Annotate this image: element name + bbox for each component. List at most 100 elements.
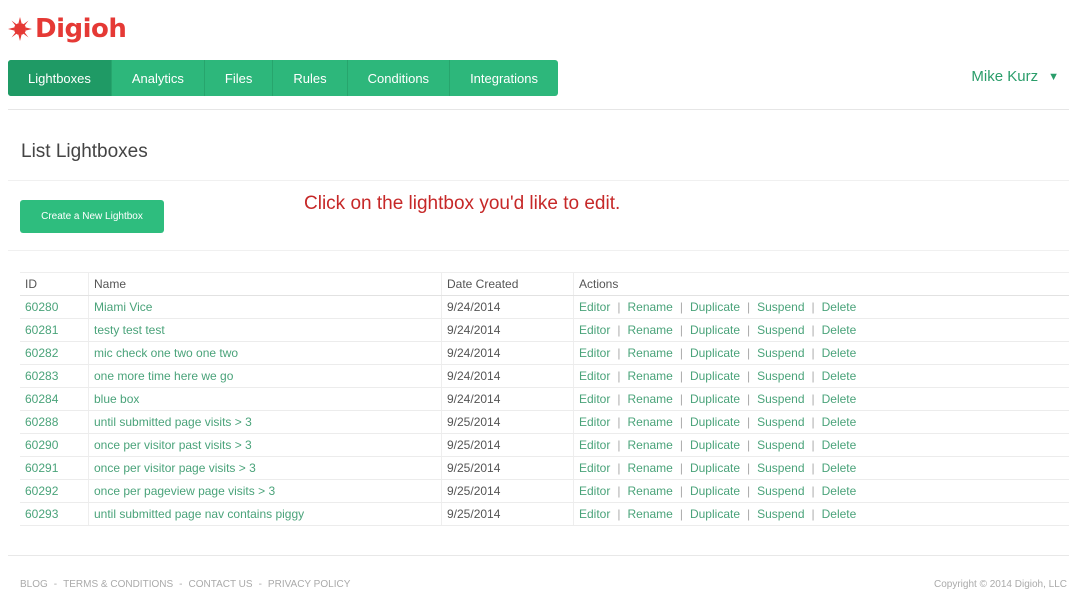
footer-link-blog[interactable]: BLOG [20, 579, 48, 590]
action-delete-link[interactable]: Delete [822, 369, 857, 383]
action-editor-link[interactable]: Editor [579, 507, 610, 521]
action-duplicate-link[interactable]: Duplicate [690, 415, 740, 429]
action-editor-link[interactable]: Editor [579, 392, 610, 406]
table-header-row: ID Name Date Created Actions [20, 272, 1069, 296]
action-editor-link[interactable]: Editor [579, 461, 610, 475]
action-rename-link[interactable]: Rename [627, 415, 672, 429]
row-id[interactable]: 60283 [20, 364, 89, 388]
action-suspend-link[interactable]: Suspend [757, 507, 804, 521]
nav-item-conditions[interactable]: Conditions [348, 60, 451, 96]
action-duplicate-link[interactable]: Duplicate [690, 346, 740, 360]
action-separator: | [747, 415, 751, 429]
table-row[interactable]: 60288 until submitted page visits > 3 9/25… [20, 410, 1069, 434]
action-rename-link[interactable]: Rename [627, 438, 672, 452]
action-delete-link[interactable]: Delete [822, 438, 857, 452]
row-id[interactable]: 60290 [20, 433, 89, 457]
action-rename-link[interactable]: Rename [627, 346, 672, 360]
action-separator: | [747, 369, 751, 383]
row-id[interactable]: 60288 [20, 410, 89, 434]
action-separator: | [617, 415, 621, 429]
action-duplicate-link[interactable]: Duplicate [690, 300, 740, 314]
action-delete-link[interactable]: Delete [822, 392, 857, 406]
action-editor-link[interactable]: Editor [579, 323, 610, 337]
action-rename-link[interactable]: Rename [627, 323, 672, 337]
row-id[interactable]: 60292 [20, 479, 89, 503]
action-editor-link[interactable]: Editor [579, 369, 610, 383]
action-duplicate-link[interactable]: Duplicate [690, 484, 740, 498]
row-name[interactable]: mic check one two one two [88, 341, 442, 365]
action-rename-link[interactable]: Rename [627, 300, 672, 314]
action-separator: | [679, 438, 683, 452]
table-row[interactable]: 60280 Miami Vice 9/24/2014 Editor | Rename | Du… [20, 295, 1069, 319]
action-delete-link[interactable]: Delete [822, 415, 857, 429]
action-editor-link[interactable]: Editor [579, 300, 610, 314]
action-duplicate-link[interactable]: Duplicate [690, 438, 740, 452]
row-id[interactable]: 60293 [20, 502, 89, 526]
action-delete-link[interactable]: Delete [822, 484, 857, 498]
action-editor-link[interactable]: Editor [579, 415, 610, 429]
nav-item-files[interactable]: Files [205, 60, 274, 96]
create-lightbox-button[interactable]: Create a New Lightbox [20, 200, 164, 233]
row-name[interactable]: once per pageview page visits > 3 [88, 479, 442, 503]
action-suspend-link[interactable]: Suspend [757, 392, 804, 406]
row-name[interactable]: testy test test [88, 318, 442, 342]
row-name[interactable]: once per visitor past visits > 3 [88, 433, 442, 457]
action-rename-link[interactable]: Rename [627, 369, 672, 383]
action-duplicate-link[interactable]: Duplicate [690, 323, 740, 337]
action-delete-link[interactable]: Delete [822, 346, 857, 360]
footer-link-terms[interactable]: TERMS & CONDITIONS [63, 579, 173, 590]
table-row[interactable]: 60281 testy test test 9/24/2014 Editor | Rena… [20, 318, 1069, 342]
action-suspend-link[interactable]: Suspend [757, 369, 804, 383]
table-row[interactable]: 60283 one more time here we go 9/24/2014 Ed… [20, 364, 1069, 388]
action-rename-link[interactable]: Rename [627, 461, 672, 475]
nav-item-integrations[interactable]: Integrations [450, 60, 558, 96]
action-editor-link[interactable]: Editor [579, 438, 610, 452]
row-id[interactable]: 60280 [20, 295, 89, 319]
action-editor-link[interactable]: Editor [579, 484, 610, 498]
row-name[interactable]: until submitted page nav contains piggy [88, 502, 442, 526]
action-delete-link[interactable]: Delete [822, 507, 857, 521]
row-name[interactable]: blue box [88, 387, 442, 411]
row-name[interactable]: one more time here we go [88, 364, 442, 388]
table-row[interactable]: 60291 once per visitor page visits > 3 9/2… [20, 456, 1069, 480]
nav-item-lightboxes[interactable]: Lightboxes [8, 60, 112, 96]
action-duplicate-link[interactable]: Duplicate [690, 369, 740, 383]
action-duplicate-link[interactable]: Duplicate [690, 461, 740, 475]
action-delete-link[interactable]: Delete [822, 461, 857, 475]
action-suspend-link[interactable]: Suspend [757, 346, 804, 360]
row-name[interactable]: Miami Vice [88, 295, 442, 319]
table-row[interactable]: 60282 mic check one two one two 9/24/2014 E… [20, 341, 1069, 365]
row-name[interactable]: once per visitor page visits > 3 [88, 456, 442, 480]
action-editor-link[interactable]: Editor [579, 346, 610, 360]
action-delete-link[interactable]: Delete [822, 300, 857, 314]
action-suspend-link[interactable]: Suspend [757, 323, 804, 337]
row-name[interactable]: until submitted page visits > 3 [88, 410, 442, 434]
action-suspend-link[interactable]: Suspend [757, 461, 804, 475]
action-duplicate-link[interactable]: Duplicate [690, 507, 740, 521]
footer-link-contact[interactable]: CONTACT US [189, 579, 253, 590]
row-actions: Editor | Rename | Duplicate | Suspend | Delete [573, 295, 1069, 319]
row-id[interactable]: 60281 [20, 318, 89, 342]
table-row[interactable]: 60292 once per pageview page visits > 3 9/… [20, 479, 1069, 503]
row-id[interactable]: 60291 [20, 456, 89, 480]
row-id[interactable]: 60282 [20, 341, 89, 365]
brand-logo[interactable]: Digioh [8, 14, 127, 44]
nav-item-analytics[interactable]: Analytics [112, 60, 205, 96]
action-delete-link[interactable]: Delete [822, 323, 857, 337]
nav-item-rules[interactable]: Rules [273, 60, 348, 96]
action-suspend-link[interactable]: Suspend [757, 415, 804, 429]
row-id[interactable]: 60284 [20, 387, 89, 411]
action-suspend-link[interactable]: Suspend [757, 300, 804, 314]
table-row[interactable]: 60284 blue box 9/24/2014 Editor | Rename | Dupl… [20, 387, 1069, 411]
footer-link-privacy[interactable]: PRIVACY POLICY [268, 579, 350, 590]
action-suspend-link[interactable]: Suspend [757, 484, 804, 498]
table-row[interactable]: 60293 until submitted page nav contains p… [20, 502, 1069, 526]
action-rename-link[interactable]: Rename [627, 484, 672, 498]
action-rename-link[interactable]: Rename [627, 507, 672, 521]
action-separator: | [679, 346, 683, 360]
action-rename-link[interactable]: Rename [627, 392, 672, 406]
user-menu[interactable]: Mike Kurz ▼ [971, 68, 1059, 85]
table-row[interactable]: 60290 once per visitor past visits > 3 9/2… [20, 433, 1069, 457]
action-duplicate-link[interactable]: Duplicate [690, 392, 740, 406]
action-suspend-link[interactable]: Suspend [757, 438, 804, 452]
